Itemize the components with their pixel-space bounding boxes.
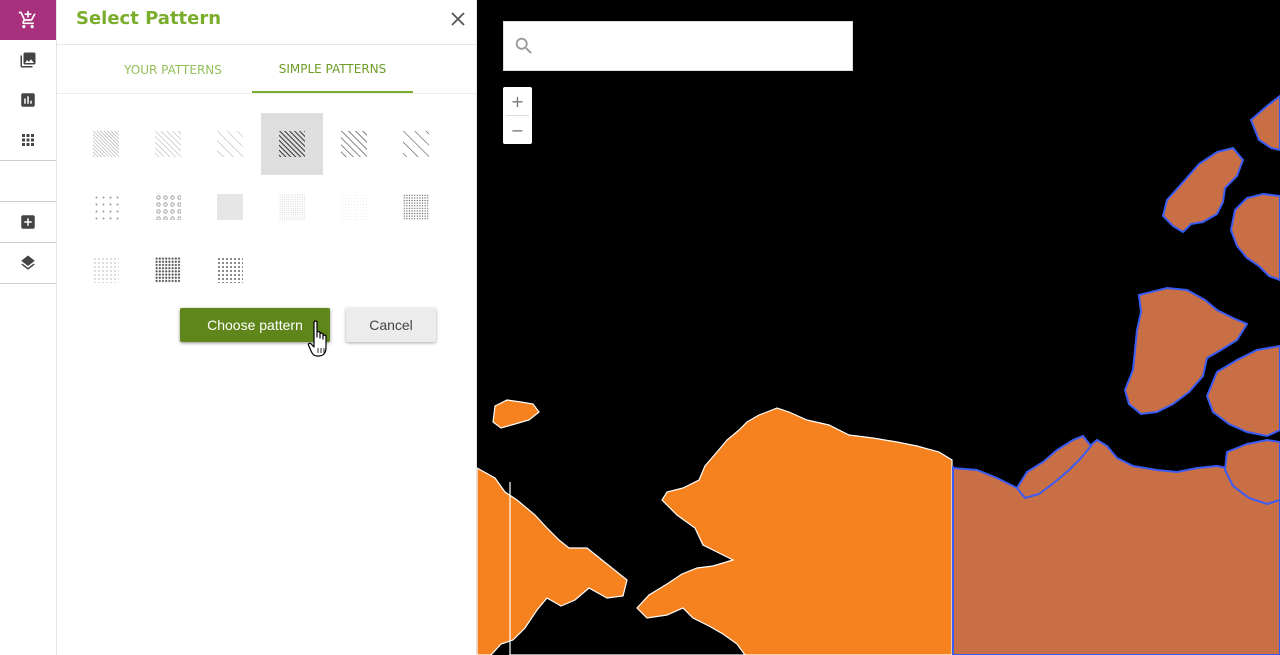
tab-your-patterns[interactable]: YOUR PATTERNS: [102, 46, 244, 93]
pattern-diagonal-bold: [341, 131, 367, 157]
land-island: [492, 399, 540, 429]
pattern-swatch-selected[interactable]: [261, 113, 323, 175]
search-box: [503, 21, 853, 71]
pattern-diagonal-wide: [403, 131, 429, 157]
rail-add-button[interactable]: [0, 202, 56, 242]
pattern-swatch[interactable]: [75, 113, 137, 175]
rail-image-button[interactable]: [0, 40, 56, 80]
image-icon: [20, 52, 36, 68]
zoom-in-button[interactable]: +: [503, 87, 532, 115]
tabs-divider: [57, 93, 477, 94]
pattern-diagonal-fine: [93, 131, 119, 157]
pattern-swatch[interactable]: [385, 176, 447, 238]
pattern-swatch[interactable]: [199, 239, 261, 301]
panel-title: Select Pattern: [76, 8, 222, 29]
grid-icon: [22, 134, 34, 146]
pattern-dots-sparse: [93, 194, 119, 220]
icon-rail: [0, 0, 57, 655]
pattern-diagonal-medium: [155, 131, 181, 157]
pattern-swatch[interactable]: [323, 113, 385, 175]
pattern-swatch[interactable]: [75, 239, 137, 301]
bar-chart-icon: [21, 93, 35, 107]
search-icon: [515, 37, 532, 54]
pattern-swatch[interactable]: [385, 113, 447, 175]
rail-layers-button[interactable]: [0, 243, 56, 283]
rail-divider: [0, 160, 56, 161]
cancel-button[interactable]: Cancel: [346, 308, 436, 342]
pattern-swatch[interactable]: [261, 176, 323, 238]
land-canada: [1205, 344, 1280, 438]
rail-grid-button[interactable]: [0, 120, 56, 160]
add-shopping-cart-icon: [18, 10, 36, 29]
rail-cart-button[interactable]: [0, 0, 56, 40]
pattern-dots-medium: [155, 194, 181, 220]
tab-simple-patterns[interactable]: SIMPLE PATTERNS: [252, 46, 413, 93]
land-canada: [1249, 94, 1280, 152]
pattern-swatch[interactable]: [323, 176, 385, 238]
pattern-swatch[interactable]: [137, 239, 199, 301]
pattern-swatch[interactable]: [137, 113, 199, 175]
land-alaska: [477, 467, 628, 655]
close-button[interactable]: [450, 11, 466, 27]
pattern-dots-fine: [279, 194, 305, 220]
select-pattern-panel: Select Pattern YOUR PATTERNS SIMPLE PATT…: [57, 0, 477, 655]
pattern-swatch[interactable]: [199, 113, 261, 175]
layers-icon: [21, 255, 35, 270]
add-box-icon: [21, 215, 35, 229]
zoom-control: + −: [503, 87, 532, 144]
search-input[interactable]: [535, 22, 835, 70]
choose-pattern-button[interactable]: Choose pattern: [180, 308, 330, 342]
pattern-grid: [75, 113, 455, 303]
rail-divider: [0, 283, 56, 284]
pattern-solid-light: [217, 194, 243, 220]
pattern-dots-dense: [403, 194, 429, 220]
pattern-diagonal-sparse: [217, 131, 243, 157]
pattern-dots-grid: [93, 257, 119, 283]
pattern-diagonal-heavy: [279, 131, 305, 157]
pattern-swatch[interactable]: [137, 176, 199, 238]
map-canvas[interactable]: + −: [477, 0, 1280, 655]
land-alaska: [509, 407, 953, 655]
zoom-out-button[interactable]: −: [503, 116, 532, 144]
pattern-dots-large: [217, 257, 243, 283]
map-land-layer: [477, 94, 1280, 655]
land-canada: [1229, 192, 1280, 282]
close-icon: [451, 12, 465, 26]
header-divider: [57, 44, 477, 45]
pattern-dots-very-fine: [341, 194, 367, 220]
pattern-swatch[interactable]: [75, 176, 137, 238]
rail-chart-button[interactable]: [0, 80, 56, 120]
pattern-dots-heavy: [155, 257, 181, 283]
pattern-swatch[interactable]: [199, 176, 261, 238]
land-canada: [1161, 146, 1245, 234]
